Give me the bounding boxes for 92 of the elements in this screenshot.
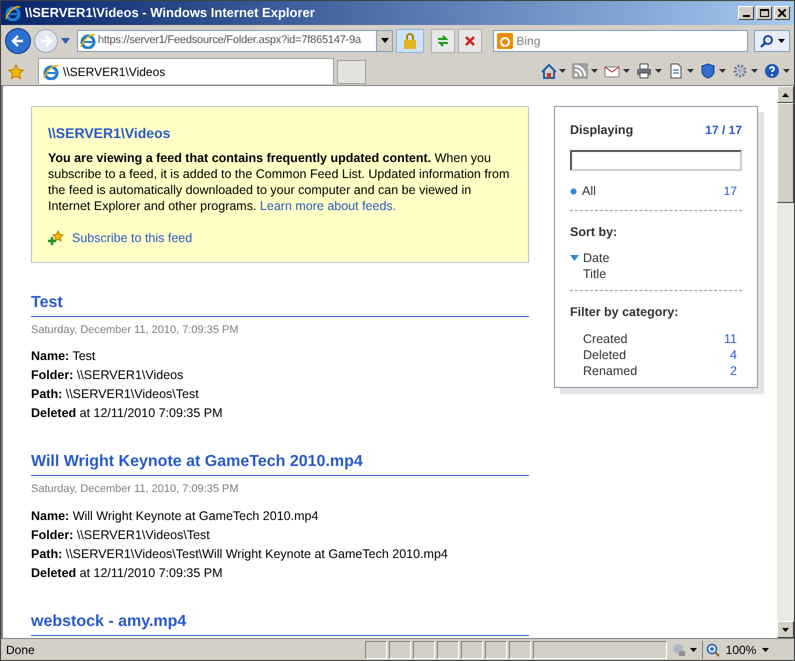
vertical-scrollbar[interactable] xyxy=(777,86,794,638)
browser-logo-icon xyxy=(5,5,21,21)
entry-title-link[interactable]: webstock - amy.mp4 xyxy=(31,612,529,636)
entry-detail: Folder: \\SERVER1\Videos\Test xyxy=(31,526,211,544)
category-filter-item[interactable]: Created 11 xyxy=(583,331,737,347)
back-button[interactable] xyxy=(5,28,31,54)
filter-field[interactable] xyxy=(570,150,742,171)
status-pane xyxy=(365,640,387,658)
caret-icon xyxy=(783,69,790,73)
caret-icon xyxy=(380,38,389,43)
search-button[interactable] xyxy=(754,30,790,52)
feeds-button[interactable] xyxy=(572,60,598,82)
gear-icon xyxy=(732,63,748,79)
learn-more-link[interactable]: Learn more about feeds. xyxy=(260,199,396,213)
search-icon xyxy=(760,34,774,48)
feed-icon xyxy=(572,63,588,79)
refresh-button[interactable] xyxy=(431,28,456,52)
status-pane xyxy=(413,640,435,658)
help-icon xyxy=(764,63,780,79)
padlock-icon xyxy=(403,32,418,48)
close-icon xyxy=(778,9,786,17)
category-filter-item[interactable]: Deleted 4 xyxy=(583,347,737,363)
page-icon xyxy=(80,32,96,48)
selected-dot-icon xyxy=(570,188,577,195)
window-title: \\SERVER1\Videos - Windows Internet Explorer xyxy=(25,4,316,22)
page-icon xyxy=(43,64,59,80)
search-provider-icon xyxy=(497,32,514,48)
sort-by-label: Sort by: xyxy=(570,224,618,241)
stop-button[interactable] xyxy=(458,28,482,52)
entry-detail: Deleted at 12/11/2010 7:09:35 PM xyxy=(31,405,224,422)
printer-icon xyxy=(636,63,652,79)
entry-date: Saturday, December 11, 2010, 7:09:35 PM xyxy=(31,322,240,338)
entry-detail: Name: Will Wright Keynote at GameTech 2010.mp4 xyxy=(31,508,320,525)
stop-icon xyxy=(464,34,476,46)
caret-icon xyxy=(762,648,769,652)
sort-option[interactable]: Date xyxy=(583,250,610,266)
zoom-in-icon xyxy=(706,642,720,656)
status-pane xyxy=(509,640,531,658)
status-pane xyxy=(461,640,483,658)
displaying-count: 17 / 17 xyxy=(705,122,742,140)
entry-detail: Deleted at 12/11/2010 7:09:35 PM xyxy=(31,564,224,582)
caret-icon xyxy=(690,648,697,652)
caret-icon xyxy=(655,69,662,73)
home-icon xyxy=(540,63,556,79)
entry-date: Saturday, December 11, 2010, 7:09:35 PM xyxy=(31,482,240,498)
feed-description: You are viewing a feed that contains frequently updated content. When you subscribe to a feed, it is added to the Common Feed List. Updated information from the feed is automatically downloaded to your computer and can be viewed in Internet Explorer and other programs. Learn more about feeds. xyxy=(48,150,510,214)
category-filter-item[interactable]: Renamed 2 xyxy=(583,363,737,379)
dropdown-arrow-icon[interactable] xyxy=(60,38,70,44)
back-arrow-icon xyxy=(10,34,25,46)
subscribe-link[interactable]: Subscribe to this feed xyxy=(72,229,192,248)
minimize-icon xyxy=(742,15,750,17)
forward-arrow-icon xyxy=(38,34,53,46)
caret-icon xyxy=(719,69,726,73)
star-icon xyxy=(8,64,24,80)
minimize-button[interactable] xyxy=(738,6,754,20)
zoom-button[interactable]: 100% xyxy=(702,640,772,658)
caret-icon xyxy=(623,69,630,73)
caret-icon xyxy=(778,38,785,42)
caret-icon xyxy=(559,69,566,73)
browser-tab[interactable]: \\SERVER1\Videos xyxy=(38,58,334,84)
entry-title-link[interactable]: Test xyxy=(31,292,529,317)
caret-icon xyxy=(687,69,694,73)
entry-detail: Folder: \\SERVER1\Videos xyxy=(31,367,184,384)
document-icon xyxy=(668,63,684,79)
feed-title: \\SERVER1\Videos xyxy=(48,124,172,143)
caret-icon xyxy=(751,69,758,73)
entry-title-link[interactable]: Will Wright Keynote at GameTech 2010.mp4 xyxy=(31,452,529,476)
filter-by-category-label: Filter by category: xyxy=(570,304,680,322)
search-field[interactable]: Bing xyxy=(493,30,748,52)
star-plus-icon xyxy=(48,230,64,246)
shield-icon xyxy=(700,63,716,79)
sort-option[interactable]: Title xyxy=(583,266,606,282)
address-dropdown-button[interactable] xyxy=(376,30,392,50)
caret-icon xyxy=(591,69,598,73)
scrollbar-thumb[interactable] xyxy=(777,103,794,203)
maximize-icon xyxy=(760,9,768,17)
search-input[interactable]: Bing xyxy=(516,32,748,50)
globe-lock-icon xyxy=(672,642,686,656)
scroll-down-arrow-icon xyxy=(782,628,789,632)
refresh-icon xyxy=(436,34,450,48)
status-pane xyxy=(485,640,507,658)
entry-detail: Path: \\SERVER1\Videos\Test\Will Wright Keynote at GameTech 2010.mp4 xyxy=(31,546,449,563)
status-text: Done xyxy=(5,642,36,658)
displaying-label: Displaying xyxy=(570,122,634,139)
all-filter-item[interactable]: All 17 xyxy=(570,182,742,200)
entry-detail: Name: Test xyxy=(31,348,96,366)
status-pane xyxy=(437,640,459,658)
entry-detail: Path: \\SERVER1\Videos\Test xyxy=(31,386,200,404)
status-pane xyxy=(389,640,411,658)
close-button[interactable] xyxy=(774,6,790,20)
scroll-up-arrow-icon xyxy=(782,92,789,96)
maximize-button[interactable] xyxy=(756,6,772,20)
